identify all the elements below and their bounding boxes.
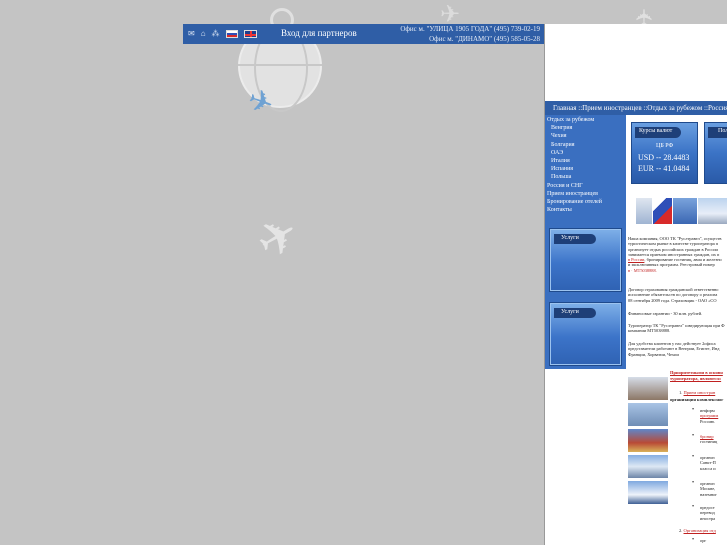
currency-source: ЦБ РФ [656, 143, 674, 149]
thumbnail-image [628, 429, 668, 452]
text-line: Франции, Хорватии, Чехии [628, 351, 679, 357]
org-label: организация комплексног [670, 397, 724, 402]
mail-icon[interactable]: ✉ [188, 28, 195, 40]
thumbnail-image [628, 481, 668, 504]
office-phone-1: Офис м. "УЛИЦА 1905 ГОДА" (495) 739-02-1… [400, 25, 540, 33]
banner-flag-image [652, 198, 673, 224]
registry-link[interactable]: в · МТ5038888. [628, 268, 657, 273]
text-line: компании МТ5038888. [628, 328, 671, 334]
priority-heading: Приоритетными в основн туроператора, явл… [670, 370, 723, 381]
insurance-paragraph: Договор страхования гражданской ответств… [628, 287, 727, 303]
foreigners-link[interactable]: Прием иностран [684, 390, 716, 395]
sitemap-icon[interactable]: ⁂ [212, 28, 220, 40]
guarantee-paragraph: Финансовые гарантии - 30 млн. рублей. [628, 311, 703, 316]
russia-link[interactable]: в России [628, 257, 644, 262]
sidebar-item[interactable]: Контакты [545, 206, 626, 214]
office-phone-2: Офис м. "ДИНАМО" (495) 585-05-28 [429, 35, 540, 43]
second-widget-title: Пол [708, 127, 727, 138]
intro-paragraph: Наша компания, ООО ТК "Руслтравел", осущ… [628, 236, 727, 273]
operator-paragraph: Туроператор ТК "Руслтравел" шведирующая … [628, 323, 727, 334]
photo-thumbnails [628, 377, 668, 507]
sidebar-item[interactable]: Отдых за рубежом [545, 116, 626, 124]
services-box-1[interactable]: Услуги [549, 228, 622, 292]
partner-login-link[interactable]: Вход для партнеров [281, 28, 357, 38]
text-line: представители работают в Венгрии, Египте… [628, 346, 720, 352]
airplane-icon: ✈ [247, 205, 310, 272]
sidebar-item[interactable]: ОАЭ [545, 149, 626, 157]
bullet-icon: • [692, 480, 695, 486]
top-header-bar: ✉ ⌂ ⁂ Вход для партнеров Офис м. "УЛИЦА … [183, 24, 544, 44]
second-widget: Пол [704, 122, 727, 184]
bullet-item: • организ Москве, наземног [692, 480, 718, 497]
header-icons: ✉ ⌂ ⁂ [188, 28, 257, 40]
bullet-item: • бронир гостиниц [692, 433, 718, 445]
flag-uk-icon[interactable] [243, 30, 257, 38]
text-line: исполнение обязательств по договору о ре… [628, 292, 718, 298]
vacation-link[interactable]: Организация отд [684, 528, 716, 533]
bullet-icon: • [692, 537, 695, 543]
thumbnail-image [628, 455, 668, 478]
usd-rate: USD -- 28.4483 [638, 153, 690, 162]
home-icon[interactable]: ⌂ [201, 28, 206, 40]
banner-image [697, 198, 727, 224]
currency-rates-title: Курсы валют [635, 127, 681, 138]
bullet-icon: • [692, 433, 695, 439]
eur-rate: EUR -- 41.0484 [638, 164, 690, 173]
text-line: туристическом рынке в качестве туроперат… [628, 241, 719, 247]
services-tab-label: Услуги [554, 308, 596, 318]
flag-ru-icon[interactable] [225, 30, 238, 38]
sidebar-item[interactable]: Болгария [545, 141, 626, 149]
currency-rates-widget: Курсы валют ЦБ РФ USD -- 28.4483 EUR -- … [631, 122, 698, 184]
bullet-item: • организ Санкт-П класса и [692, 454, 716, 471]
services-tab-label: Услуги [554, 234, 596, 244]
bullet-item: • предост перевод иностра [692, 504, 716, 521]
bullet-icon: • [692, 454, 695, 460]
text-line: 08 сентября 2009 года. Страховщик - ОАО … [628, 297, 717, 303]
thumbnail-image [628, 403, 668, 426]
photo-banner [636, 198, 727, 224]
bullet-icon: • [692, 504, 695, 510]
sidebar-item[interactable]: Прием иностранцев [545, 190, 626, 198]
sidebar-item[interactable]: Италия [545, 157, 626, 165]
banner-image [673, 198, 697, 224]
bullet-item: • орг [692, 537, 707, 543]
sidebar-item[interactable]: Испания [545, 165, 626, 173]
bullet-icon: • [692, 407, 695, 413]
programs-link[interactable]: программ [700, 413, 718, 418]
numbered-item-2: 2. Организация отд [679, 528, 716, 533]
thumbnail-image [628, 377, 668, 400]
numbered-item-1: 1. Прием иностран [679, 390, 716, 395]
sidebar-item[interactable]: Чехия [545, 132, 626, 140]
services-box-2[interactable]: Услуги [549, 302, 622, 366]
sidebar-item[interactable]: Венгрия [545, 124, 626, 132]
offices-paragraph: Для удобства клиентов у нас действует 2о… [628, 341, 727, 357]
sidebar-item[interactable]: Россия и СНГ [545, 182, 626, 190]
sidebar-item[interactable]: Польша [545, 173, 626, 181]
text-line: в · МТ5038888. [628, 268, 727, 273]
banner-image [636, 198, 652, 224]
sidebar-item[interactable]: Бронирование отелей [545, 198, 626, 206]
breadcrumb[interactable]: Главная ::Прием иностранцев ::Отдых за р… [545, 101, 727, 115]
bullet-item: • информ программ Россию. [692, 407, 719, 424]
